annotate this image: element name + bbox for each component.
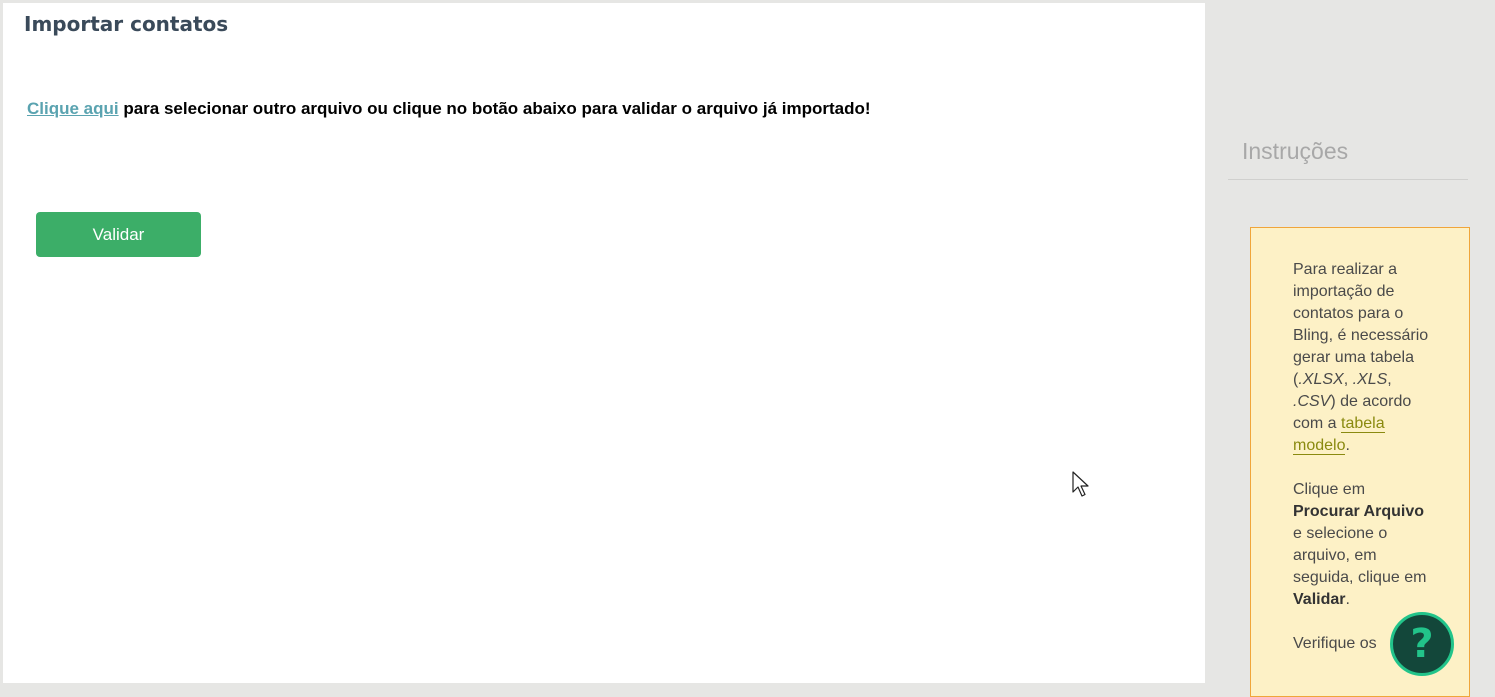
note-text-span: Para realizar a importação de contatos p… bbox=[1293, 261, 1429, 388]
validate-button[interactable]: Validar bbox=[36, 212, 201, 257]
question-mark-icon: ? bbox=[1410, 621, 1434, 667]
instruction-text: Clique aqui para selecionar outro arquiv… bbox=[27, 99, 871, 119]
mouse-pointer-icon bbox=[1072, 471, 1089, 497]
sidebar-divider bbox=[1228, 179, 1468, 180]
format-csv: .CSV bbox=[1293, 393, 1331, 410]
note-text-span: . bbox=[1345, 437, 1350, 454]
app-frame: Importar contatos Clique aqui para selec… bbox=[0, 0, 1495, 697]
note-bold-validate: Validar bbox=[1293, 591, 1346, 608]
note-text-span: , bbox=[1343, 371, 1353, 388]
select-file-link[interactable]: Clique aqui bbox=[27, 99, 119, 118]
note-bold-browse: Procurar Arquivo bbox=[1293, 503, 1424, 520]
note-paragraph-1: Para realizar a importação de contatos p… bbox=[1293, 259, 1435, 457]
note-text-span: e selecione o arquivo, em seguida, cliqu… bbox=[1293, 525, 1427, 586]
sidebar-title: Instruções bbox=[1242, 138, 1349, 164]
format-xls: .XLS bbox=[1352, 371, 1388, 388]
instruction-message: para selecionar outro arquivo ou clique … bbox=[118, 99, 871, 118]
page-title: Importar contatos bbox=[24, 12, 229, 36]
note-text-span: Verifique os bbox=[1293, 635, 1377, 652]
help-button[interactable]: ? bbox=[1390, 612, 1454, 676]
note-text-span: Clique em bbox=[1293, 481, 1366, 498]
format-xlsx: .XLSX bbox=[1298, 371, 1344, 388]
note-paragraph-2: Clique em Procurar Arquivo e selecione o… bbox=[1293, 479, 1435, 611]
instructions-sidebar: Instruções Para realizar a importação de… bbox=[1205, 3, 1492, 697]
note-text-span: , bbox=[1387, 371, 1392, 388]
main-content: Importar contatos Clique aqui para selec… bbox=[3, 3, 1205, 683]
note-text-span: . bbox=[1345, 591, 1350, 608]
